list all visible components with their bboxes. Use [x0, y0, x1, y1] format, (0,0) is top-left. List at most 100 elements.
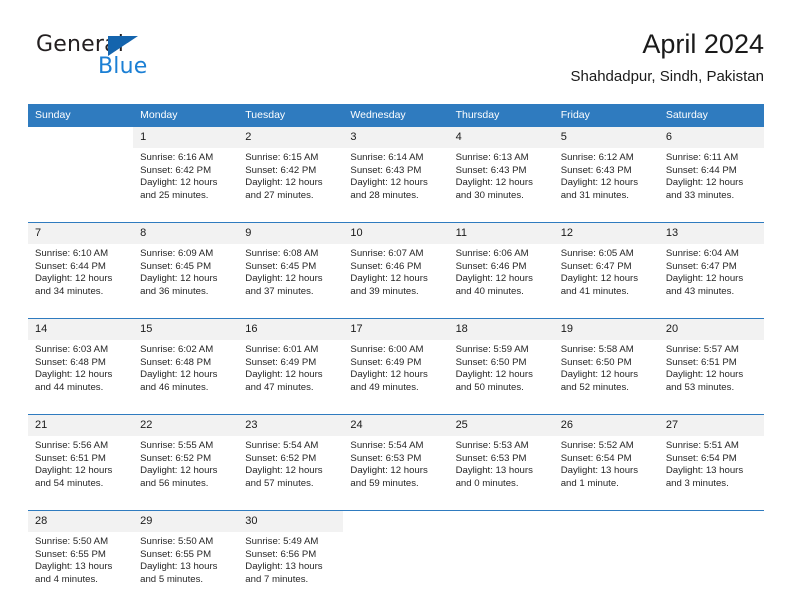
day-number-cell[interactable]: 27 [658, 415, 764, 436]
day-number-cell[interactable]: 4 [448, 127, 554, 148]
daylight-text-line2: and 27 minutes. [245, 189, 314, 201]
day-detail-cell: Sunrise: 6:13 AM Sunset: 6:43 PM Daylight:… [449, 148, 554, 213]
day-detail-cell: Sunrise: 6:14 AM Sunset: 6:43 PM Daylight:… [343, 148, 448, 213]
daylight-text-line1: Daylight: 12 hours [245, 273, 323, 285]
daylight-text-line2: and 53 minutes. [665, 381, 735, 393]
day-number-cell[interactable]: 13 [658, 223, 764, 244]
sunset-text: Sunset: 6:50 PM [455, 356, 527, 368]
week-spacer-cell [28, 309, 764, 319]
daylight-text-line1: Daylight: 12 hours [35, 369, 113, 381]
sunset-text: Sunset: 6:44 PM [665, 164, 737, 176]
daylight-text-line1: Daylight: 12 hours [455, 273, 533, 285]
daylight-text-line1: Daylight: 12 hours [665, 369, 744, 381]
day-detail-cell: Sunrise: 6:09 AM Sunset: 6:45 PM Daylight:… [133, 244, 238, 309]
sunset-text: Sunset: 6:51 PM [665, 356, 737, 368]
day-detail-row: Sunrise: 6:03 AM Sunset: 6:48 PM Daylight:… [28, 340, 764, 405]
sunrise-text: Sunrise: 5:50 AM [35, 536, 109, 547]
generalblue-logo[interactable]: General Blue [36, 32, 246, 90]
day-number-cell[interactable]: 28 [28, 511, 134, 532]
daylight-text-line2: and 44 minutes. [35, 381, 104, 393]
daylight-text-line1: Daylight: 13 hours [665, 465, 744, 477]
sunset-text: Sunset: 6:47 PM [665, 260, 737, 272]
day-number-cell[interactable]: 26 [553, 415, 659, 436]
week-spacer-cell [28, 213, 764, 223]
weekday-header-sunday: Sunday [28, 104, 134, 127]
daylight-text-line2: and 33 minutes. [665, 189, 735, 201]
daylight-text-line2: and 25 minutes. [140, 189, 209, 201]
day-number-cell[interactable]: 24 [343, 415, 449, 436]
sunset-text: Sunset: 6:46 PM [455, 260, 527, 272]
day-number-cell[interactable]: 16 [238, 319, 344, 340]
sunrise-text: Sunrise: 5:56 AM [35, 440, 109, 451]
daylight-text-line2: and 5 minutes. [140, 573, 204, 585]
daylight-text-line2: and 31 minutes. [560, 189, 629, 201]
sunset-text: Sunset: 6:55 PM [35, 548, 106, 560]
day-number-cell[interactable]: 21 [28, 415, 134, 436]
day-detail-cell: Sunrise: 5:55 AM Sunset: 6:52 PM Daylight:… [133, 436, 238, 501]
day-number-cell[interactable]: 15 [133, 319, 239, 340]
day-detail-cell: Sunrise: 5:51 AM Sunset: 6:54 PM Daylight:… [659, 436, 764, 501]
sunrise-text: Sunrise: 5:51 AM [665, 440, 739, 451]
sunrise-text: Sunrise: 6:01 AM [245, 344, 319, 355]
sunrise-text: Sunrise: 6:07 AM [350, 248, 424, 259]
day-detail-cell: Sunrise: 6:08 AM Sunset: 6:45 PM Daylight:… [238, 244, 343, 309]
day-detail-cell: Sunrise: 6:01 AM Sunset: 6:49 PM Daylight:… [238, 340, 343, 405]
day-detail-empty [449, 532, 554, 597]
day-number-empty [449, 511, 554, 532]
day-detail-cell: Sunrise: 6:00 AM Sunset: 6:49 PM Daylight:… [343, 340, 448, 405]
sunrise-text: Sunrise: 6:02 AM [140, 344, 214, 355]
day-number-cell[interactable]: 22 [133, 415, 239, 436]
daylight-text-line1: Daylight: 13 hours [560, 465, 639, 477]
daylight-text-line1: Daylight: 13 hours [140, 561, 218, 573]
day-number-cell[interactable]: 17 [343, 319, 449, 340]
day-number-cell[interactable]: 18 [448, 319, 554, 340]
day-detail-cell: Sunrise: 6:16 AM Sunset: 6:42 PM Daylight:… [133, 148, 238, 213]
day-number-cell[interactable]: 25 [448, 415, 554, 436]
day-number-cell[interactable]: 2 [238, 127, 344, 148]
day-detail-row: Sunrise: 5:56 AM Sunset: 6:51 PM Daylight:… [28, 436, 764, 501]
day-detail-row: Sunrise: 5:50 AM Sunset: 6:55 PM Daylight:… [28, 532, 764, 597]
sunrise-text: Sunrise: 6:06 AM [455, 248, 529, 259]
sunset-text: Sunset: 6:42 PM [245, 164, 317, 176]
logo-text-blue: Blue [98, 54, 148, 79]
sunrise-text: Sunrise: 5:53 AM [455, 440, 529, 451]
day-number-cell[interactable]: 29 [133, 511, 239, 532]
day-number-cell[interactable]: 9 [238, 223, 344, 244]
page-header: General Blue April 2024 Shahdadpur, Sind… [28, 28, 764, 94]
day-number-cell[interactable]: 11 [448, 223, 554, 244]
day-number-cell[interactable]: 5 [553, 127, 659, 148]
day-detail-empty [554, 532, 659, 597]
daylight-text-line2: and 34 minutes. [35, 285, 104, 297]
sunset-text: Sunset: 6:45 PM [140, 260, 212, 272]
day-number-cell[interactable]: 20 [658, 319, 764, 340]
weekday-header-thursday: Thursday [448, 104, 554, 127]
sunset-text: Sunset: 6:42 PM [140, 164, 212, 176]
day-number-cell[interactable]: 3 [343, 127, 449, 148]
daylight-text-line2: and 4 minutes. [35, 573, 98, 585]
day-number-row: 7 8 9 10 11 12 13 [28, 223, 764, 244]
day-number-cell[interactable]: 7 [28, 223, 134, 244]
day-number-cell[interactable]: 30 [238, 511, 344, 532]
day-detail-empty [659, 532, 764, 597]
daylight-text-line2: and 37 minutes. [245, 285, 314, 297]
sunset-text: Sunset: 6:54 PM [665, 452, 737, 464]
day-number-cell[interactable]: 10 [343, 223, 449, 244]
sunset-text: Sunset: 6:49 PM [350, 356, 422, 368]
week-spacer-cell [28, 405, 764, 415]
day-number-cell[interactable]: 1 [133, 127, 239, 148]
day-number-cell[interactable]: 14 [28, 319, 134, 340]
daylight-text-line2: and 28 minutes. [350, 189, 419, 201]
sunset-text: Sunset: 6:54 PM [560, 452, 632, 464]
weekday-header-wednesday: Wednesday [343, 104, 449, 127]
day-number-cell[interactable]: 12 [553, 223, 659, 244]
sunrise-text: Sunrise: 6:10 AM [35, 248, 109, 259]
day-number-cell[interactable]: 19 [553, 319, 659, 340]
weekday-header-saturday: Saturday [658, 104, 764, 127]
day-number-cell[interactable]: 8 [133, 223, 239, 244]
day-detail-cell: Sunrise: 5:50 AM Sunset: 6:55 PM Daylight:… [133, 532, 238, 597]
day-number-cell[interactable]: 6 [658, 127, 764, 148]
day-number-empty [659, 511, 764, 532]
daylight-text-line1: Daylight: 12 hours [140, 273, 218, 285]
day-number-cell[interactable]: 23 [238, 415, 344, 436]
daylight-text-line1: Daylight: 12 hours [35, 273, 113, 285]
